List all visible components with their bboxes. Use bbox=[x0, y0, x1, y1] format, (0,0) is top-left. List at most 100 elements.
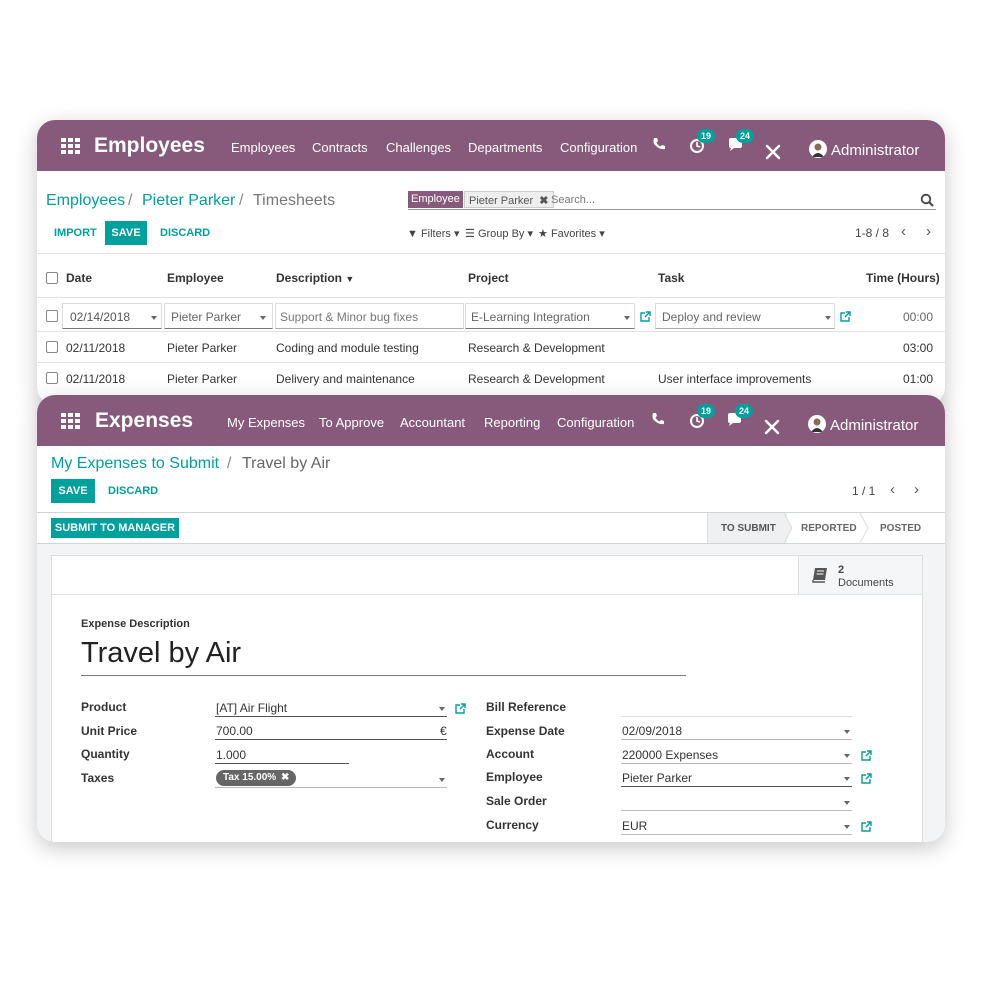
menu-to-approve[interactable]: To Approve bbox=[319, 415, 384, 430]
column-description[interactable]: Description ▼ bbox=[276, 271, 354, 285]
column-task[interactable]: Task bbox=[658, 271, 684, 285]
caret-down-icon bbox=[844, 754, 850, 758]
caret-down-icon bbox=[260, 316, 266, 320]
unit-price-field[interactable]: 700.00 bbox=[216, 724, 253, 738]
breadcrumb-parent[interactable]: My Expenses to Submit bbox=[51, 455, 219, 473]
search-icon[interactable] bbox=[920, 193, 934, 212]
column-date[interactable]: Date bbox=[66, 271, 92, 285]
favorites-dropdown[interactable]: ★ Favorites ▾ bbox=[538, 227, 605, 240]
expense-title-input[interactable]: Travel by Air bbox=[81, 637, 241, 670]
column-time[interactable]: Time (Hours) bbox=[866, 271, 940, 285]
row-checkbox[interactable] bbox=[46, 372, 58, 384]
account-field[interactable]: 220000 Expenses bbox=[622, 748, 718, 762]
currency-field[interactable]: EUR bbox=[622, 819, 647, 833]
phone-icon[interactable] bbox=[650, 411, 670, 431]
product-field[interactable]: [AT] Air Flight bbox=[216, 701, 287, 715]
menu-contracts[interactable]: Contracts bbox=[312, 140, 368, 155]
pager-prev-icon[interactable]: ‹ bbox=[901, 223, 906, 240]
pager-value[interactable]: 1 / 1 bbox=[852, 484, 875, 498]
breadcrumb-separator: / bbox=[128, 192, 133, 209]
menu-departments[interactable]: Departments bbox=[468, 140, 542, 155]
user-name[interactable]: Administrator bbox=[830, 417, 918, 434]
taxes-label: Taxes bbox=[81, 771, 115, 785]
filters-dropdown[interactable]: ▼ Filters ▾ bbox=[407, 227, 460, 240]
pager-next-icon[interactable]: › bbox=[914, 481, 919, 498]
breadcrumb-employee-name[interactable]: Pieter Parker bbox=[142, 192, 235, 210]
phone-icon[interactable] bbox=[651, 136, 671, 156]
column-project[interactable]: Project bbox=[468, 271, 509, 285]
avatar[interactable] bbox=[808, 415, 826, 433]
stage-reported[interactable]: REPORTED bbox=[801, 523, 857, 534]
menu-accountant[interactable]: Accountant bbox=[400, 415, 465, 430]
quantity-label: Quantity bbox=[81, 747, 130, 761]
pager-prev-icon[interactable]: ‹ bbox=[890, 481, 895, 498]
tools-icon[interactable] bbox=[764, 419, 784, 439]
row-checkbox[interactable] bbox=[46, 341, 58, 353]
column-employee[interactable]: Employee bbox=[167, 271, 224, 285]
avatar[interactable] bbox=[809, 140, 827, 158]
external-link-icon[interactable] bbox=[840, 309, 851, 322]
user-name[interactable]: Administrator bbox=[831, 142, 919, 159]
caret-down-icon: ▾ bbox=[527, 228, 533, 240]
message-count-badge: 24 bbox=[735, 404, 754, 418]
external-link-icon[interactable] bbox=[640, 309, 651, 322]
external-link-icon[interactable] bbox=[861, 748, 872, 761]
menu-configuration[interactable]: Configuration bbox=[560, 140, 637, 155]
description-value: Support & Minor bug fixes bbox=[280, 310, 419, 324]
divider bbox=[37, 362, 945, 363]
discard-button[interactable]: DISCARD bbox=[108, 485, 158, 497]
account-label: Account bbox=[486, 747, 534, 761]
employee-field[interactable]: Pieter Parker bbox=[622, 771, 692, 785]
import-button[interactable]: IMPORT bbox=[54, 227, 97, 239]
select-all-checkbox[interactable] bbox=[46, 272, 58, 284]
apps-grid-icon[interactable] bbox=[61, 413, 80, 429]
time-value: 03:00 bbox=[903, 341, 934, 355]
currency-underline bbox=[621, 834, 852, 835]
external-link-icon[interactable] bbox=[861, 771, 872, 784]
messages-icon[interactable]: 24 bbox=[726, 404, 754, 431]
menu-challenges[interactable]: Challenges bbox=[386, 140, 451, 155]
column-description-label: Description bbox=[276, 271, 343, 285]
apps-grid-icon[interactable] bbox=[61, 138, 80, 154]
activity-icon[interactable]: 19 bbox=[688, 404, 716, 431]
tag-remove-icon[interactable]: ✖ bbox=[281, 772, 289, 783]
navbar: Employees Employees Contracts Challenges… bbox=[37, 120, 945, 171]
messages-icon[interactable]: 24 bbox=[727, 129, 755, 156]
quantity-field[interactable]: 1.000 bbox=[216, 748, 246, 762]
group-by-dropdown[interactable]: ☰ Group By ▾ bbox=[465, 227, 533, 240]
pager-value[interactable]: 1-8 / 8 bbox=[855, 226, 889, 240]
search-underline bbox=[408, 209, 936, 210]
divider bbox=[37, 331, 945, 332]
submit-to-manager-button[interactable]: SUBMIT TO MANAGER bbox=[51, 518, 179, 538]
group-by-label: Group By bbox=[477, 228, 525, 240]
tax-tag[interactable]: Tax 15.00% ✖ bbox=[216, 770, 297, 786]
activity-icon[interactable]: 19 bbox=[688, 129, 716, 156]
stage-to-submit[interactable]: TO SUBMIT bbox=[721, 523, 776, 534]
discard-button[interactable]: DISCARD bbox=[160, 227, 210, 239]
search-input[interactable] bbox=[551, 192, 921, 208]
task-value: Deploy and review bbox=[662, 310, 761, 324]
menu-reporting[interactable]: Reporting bbox=[484, 415, 540, 430]
expense-date-field[interactable]: 02/09/2018 bbox=[622, 724, 682, 738]
product-label: Product bbox=[81, 700, 127, 714]
external-link-icon[interactable] bbox=[861, 819, 872, 832]
save-button[interactable]: SAVE bbox=[105, 221, 147, 245]
menu-employees[interactable]: Employees bbox=[231, 140, 295, 155]
menu-configuration[interactable]: Configuration bbox=[557, 415, 634, 430]
search-facet-value[interactable]: Pieter Parker ✖ bbox=[464, 191, 555, 208]
date-value: 02/11/2018 bbox=[66, 372, 126, 386]
book-icon bbox=[811, 567, 829, 588]
breadcrumb-separator: / bbox=[239, 192, 244, 209]
filters-label: Filters bbox=[420, 228, 451, 240]
breadcrumb-employees[interactable]: Employees bbox=[46, 192, 125, 210]
external-link-icon[interactable] bbox=[455, 701, 466, 714]
stage-posted[interactable]: POSTED bbox=[880, 523, 921, 534]
facet-remove-icon[interactable]: ✖ bbox=[539, 195, 548, 207]
divider bbox=[37, 253, 945, 254]
menu-my-expenses[interactable]: My Expenses bbox=[227, 415, 305, 430]
save-button[interactable]: SAVE bbox=[51, 479, 95, 503]
app-title: Expenses bbox=[95, 409, 194, 432]
row-checkbox[interactable] bbox=[46, 310, 58, 322]
tools-icon[interactable] bbox=[765, 144, 785, 164]
pager-next-icon[interactable]: › bbox=[926, 223, 931, 240]
